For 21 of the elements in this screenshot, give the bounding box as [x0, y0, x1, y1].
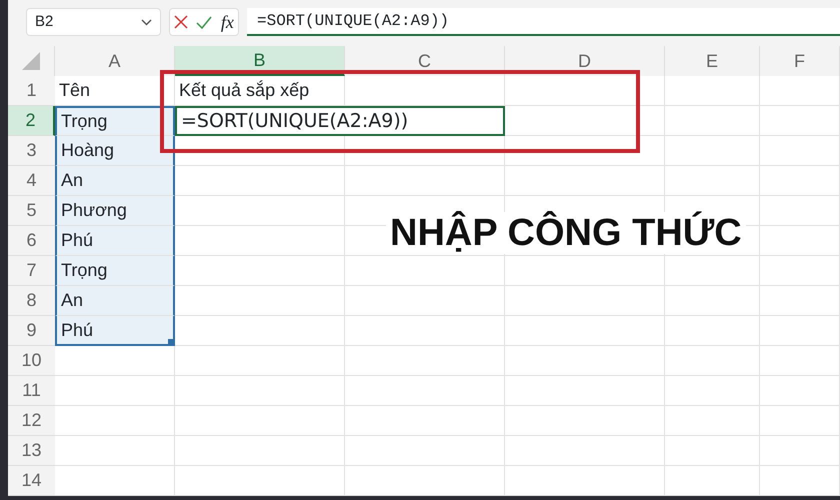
name-box[interactable]: B2	[26, 8, 161, 36]
dropdown-caret-icon[interactable]	[141, 18, 152, 26]
cell-reference: B2	[35, 12, 54, 32]
table-cell[interactable]: Tên	[55, 76, 175, 106]
table-cell[interactable]: Kết quả sắp xếp	[175, 76, 345, 106]
check-icon[interactable]	[196, 16, 212, 28]
insert-function-button[interactable]: fx	[220, 8, 234, 36]
cancel-icon[interactable]	[174, 15, 188, 29]
table-cell[interactable]: Phương	[55, 196, 175, 226]
table-cell[interactable]: An	[55, 166, 175, 196]
active-cell[interactable]: =SORT(UNIQUE(A2:A9))	[175, 106, 505, 136]
table-cell[interactable]: Trọng	[55, 106, 175, 136]
row-header[interactable]: 2	[8, 106, 55, 136]
table-cell[interactable]: Phú	[55, 316, 175, 346]
corner-triangle-icon[interactable]	[21, 51, 41, 71]
table-cell[interactable]: An	[55, 286, 175, 316]
fill-handle[interactable]	[168, 339, 175, 346]
callout-overlay: NHẬP CÔNG THỨC	[386, 212, 746, 254]
table-cell[interactable]: Phú	[55, 226, 175, 256]
table-cell[interactable]: Hoàng	[55, 136, 175, 166]
table-cell[interactable]: Trọng	[55, 256, 175, 286]
